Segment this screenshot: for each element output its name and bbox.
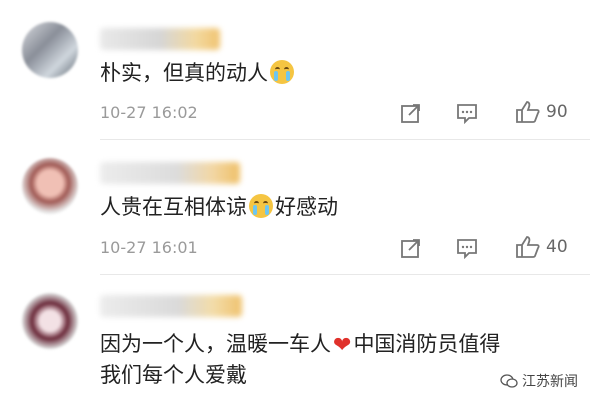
- comment-timestamp: 10-27 16:02: [100, 103, 198, 122]
- share-icon[interactable]: [400, 102, 422, 124]
- like-count: 40: [546, 237, 568, 257]
- like-icon[interactable]: [515, 100, 541, 124]
- avatar[interactable]: [22, 293, 78, 349]
- comment-item: 人贵在互相体谅 好感动 10-27 16:01 40: [0, 140, 590, 275]
- comment-timestamp: 10-27 16:01: [100, 238, 198, 257]
- heart-icon: ❤: [333, 333, 352, 358]
- crying-face-icon: [270, 60, 294, 84]
- like-icon[interactable]: [515, 235, 541, 259]
- comment-text-content: 朴实，但真的动人: [100, 61, 268, 85]
- comment-text: 因为一个人，温暖一车人❤中国消防员值得: [100, 329, 500, 361]
- username-blurred[interactable]: [100, 162, 240, 184]
- comment-item: 朴实，但真的动人 10-27 16:02 90: [0, 0, 590, 140]
- watermark: 江苏新闻: [500, 371, 578, 391]
- avatar[interactable]: [22, 22, 78, 78]
- username-blurred[interactable]: [100, 28, 220, 50]
- watermark-label: 江苏新闻: [522, 374, 578, 390]
- comment-text-content: 中国消防员值得: [353, 332, 501, 356]
- like-count: 90: [546, 102, 568, 122]
- comment-actions: 90: [370, 100, 590, 126]
- comment-text-content: 好感动: [275, 195, 338, 219]
- avatar[interactable]: [22, 158, 78, 214]
- comment-text: 朴实，但真的动人: [100, 58, 296, 88]
- comment-text: 人贵在互相体谅 好感动: [100, 192, 338, 222]
- comment-icon[interactable]: [456, 237, 478, 259]
- comment-text-content: 因为一个人，温暖一车人: [100, 332, 331, 356]
- comment-text-content: 人贵在互相体谅: [100, 195, 247, 219]
- comment-actions: 40: [370, 235, 590, 261]
- wechat-icon: [500, 374, 518, 388]
- crying-face-icon: [249, 194, 273, 218]
- comment-text-line2: 我们每个人爱戴: [100, 363, 247, 387]
- comment-icon[interactable]: [456, 102, 478, 124]
- share-icon[interactable]: [400, 237, 422, 259]
- username-blurred[interactable]: [100, 295, 242, 317]
